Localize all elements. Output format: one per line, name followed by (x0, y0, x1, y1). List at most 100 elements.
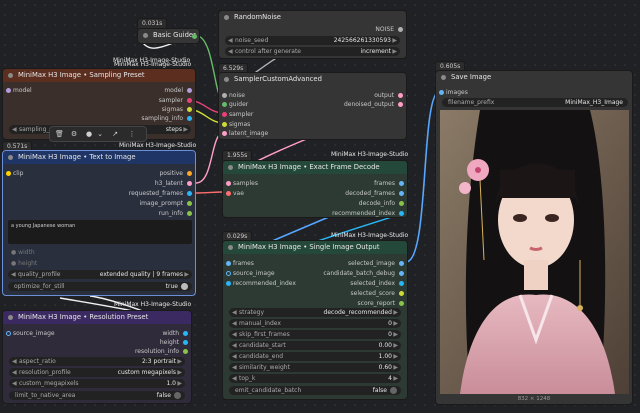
node-header[interactable]: MiniMax H3 Image • Single Image Output (223, 241, 407, 254)
collapse-dot[interactable] (8, 315, 13, 320)
candidate-start-widget[interactable]: ◀ candidate_start 0.00 ▶ (229, 341, 401, 350)
strategy-widget[interactable]: ◀ strategy decode_recommended ▶ (229, 308, 401, 317)
collapse-dot[interactable] (441, 75, 446, 80)
decrement-arrow-icon[interactable]: ◀ (232, 330, 237, 339)
filename-prefix-field[interactable]: filename_prefix MiniMax_H3_Image (442, 98, 628, 107)
increment-arrow-icon[interactable]: ▶ (393, 308, 398, 317)
score-report-output-socket[interactable] (399, 301, 404, 306)
collapse-dot[interactable] (8, 73, 13, 78)
node-header[interactable]: MiniMax H3 Image • Text to Image (3, 151, 195, 164)
collapse-dot[interactable] (143, 33, 148, 38)
collapse-dot[interactable] (8, 155, 13, 160)
model-input-socket[interactable] (6, 88, 11, 93)
emit-candidate-batch-toggle[interactable]: emit_candidate_batch false (229, 386, 401, 395)
decrement-arrow-icon[interactable]: ◀ (228, 36, 233, 45)
samples-input-socket[interactable] (226, 181, 231, 186)
resolution-preset-node[interactable]: MiniMax H3 Image • Resolution Preset sou… (2, 310, 192, 404)
height-input-row[interactable]: ● height (11, 259, 37, 268)
increment-arrow-icon[interactable]: ▶ (177, 357, 182, 366)
recommended-index-output-socket[interactable] (399, 211, 404, 216)
decrement-arrow-icon[interactable]: ◀ (11, 270, 16, 279)
candidate-end-widget[interactable]: ◀ candidate_end 1.00 ▶ (229, 352, 401, 361)
increment-arrow-icon[interactable]: ▶ (393, 352, 398, 361)
increment-arrow-icon[interactable]: ▶ (392, 36, 397, 45)
decrement-arrow-icon[interactable]: ◀ (12, 125, 17, 134)
toggle-knob[interactable] (181, 283, 188, 290)
skip-first-frames-widget[interactable]: ◀ skip_first_frames 0 ▶ (229, 330, 401, 339)
node-header[interactable]: RandomNoise (219, 11, 406, 24)
settings-icon[interactable]: ⚙ (70, 130, 78, 138)
model-output-socket[interactable] (187, 88, 192, 93)
noise-input-socket[interactable] (222, 93, 227, 98)
increment-arrow-icon[interactable]: ▶ (393, 319, 398, 328)
decrement-arrow-icon[interactable]: ◀ (232, 374, 237, 383)
output-image-preview[interactable] (440, 110, 629, 394)
selected-image-output-socket[interactable] (399, 261, 404, 266)
decrement-arrow-icon[interactable]: ◀ (232, 363, 237, 372)
width-output-socket[interactable] (183, 331, 188, 336)
output-socket[interactable] (398, 93, 403, 98)
selected-index-output-socket[interactable] (399, 281, 404, 286)
exact-frame-decode-node[interactable]: MiniMax H3 Image • Exact Frame Decode sa… (222, 160, 408, 218)
noise-seed-widget[interactable]: ◀ noise_seed 242566261330593 ▶ (225, 36, 400, 45)
clip-input-socket[interactable] (6, 171, 11, 176)
positive-output-socket[interactable] (187, 171, 192, 176)
node-header[interactable]: SamplerCustomAdvanced (219, 73, 406, 86)
sampling-info-output-socket[interactable] (187, 116, 192, 121)
decode-info-output-socket[interactable] (399, 201, 404, 206)
sampler-input-socket[interactable] (222, 112, 227, 117)
decrement-arrow-icon[interactable]: ◀ (232, 319, 237, 328)
trash-icon[interactable]: 🗑 (55, 130, 64, 138)
source-image-input-socket[interactable] (226, 271, 231, 276)
basic-guider-node[interactable]: Basic Guider (137, 28, 200, 44)
bypass-icon[interactable]: ↗ (111, 130, 119, 138)
requested-frames-output-socket[interactable] (187, 191, 192, 196)
increment-arrow-icon[interactable]: ▶ (177, 379, 182, 388)
chevron-down-icon[interactable]: ⌄ (96, 130, 104, 138)
limit-to-native-area-toggle[interactable]: limit_to_native_area false (9, 391, 185, 400)
collapse-dot[interactable] (228, 245, 233, 250)
images-input-socket[interactable] (439, 90, 444, 95)
increment-arrow-icon[interactable]: ▶ (393, 330, 398, 339)
text-to-image-node[interactable]: MiniMax H3 Image • Text to Image clip po… (2, 150, 196, 296)
more-icon[interactable]: ⋮ (128, 130, 136, 138)
denoised-output-socket[interactable] (398, 102, 403, 107)
frames-output-socket[interactable] (399, 181, 404, 186)
noise-output-socket[interactable] (398, 27, 403, 32)
quality-profile-widget[interactable]: ◀ quality_profile extended quality | 9 f… (8, 270, 192, 279)
decrement-arrow-icon[interactable]: ◀ (12, 357, 17, 366)
guider-input-socket[interactable] (222, 102, 227, 107)
single-image-output-node[interactable]: MiniMax H3 Image • Single Image Output f… (222, 240, 408, 400)
decrement-arrow-icon[interactable]: ◀ (12, 379, 17, 388)
selected-score-output-socket[interactable] (399, 291, 404, 296)
prompt-textarea[interactable]: a young Japanese woman (8, 220, 192, 244)
vae-input-socket[interactable] (226, 191, 231, 196)
collapse-dot[interactable] (224, 15, 229, 20)
random-noise-node[interactable]: RandomNoise NOISE ◀ noise_seed 242566261… (218, 10, 407, 59)
node-selection-toolbar[interactable]: 🗑 ⚙ ● ⌄ ↗ ⋮ (49, 126, 147, 142)
increment-arrow-icon[interactable]: ▶ (393, 374, 398, 383)
image-prompt-output-socket[interactable] (187, 201, 192, 206)
increment-arrow-icon[interactable]: ▶ (184, 270, 189, 279)
node-header[interactable]: MiniMax H3 Image • Exact Frame Decode (223, 161, 407, 174)
increment-arrow-icon[interactable]: ▶ (177, 368, 182, 377)
source-image-input-socket[interactable] (6, 331, 11, 336)
increment-arrow-icon[interactable]: ▶ (393, 341, 398, 350)
increment-arrow-icon[interactable]: ▶ (392, 47, 397, 56)
decrement-arrow-icon[interactable]: ◀ (232, 341, 237, 350)
latent-image-input-socket[interactable] (222, 131, 227, 136)
sampler-custom-advanced-node[interactable]: SamplerCustomAdvanced noise guider sampl… (218, 72, 407, 140)
width-input-row[interactable]: ● width (11, 248, 35, 257)
top-k-widget[interactable]: ◀ top_k 4 ▶ (229, 374, 401, 383)
save-image-node[interactable]: Save Image images filename_prefix MiniMa… (435, 70, 633, 405)
toggle-knob[interactable] (174, 392, 181, 399)
h3-latent-output-socket[interactable] (187, 181, 192, 186)
color-dot-icon[interactable]: ● (85, 130, 93, 138)
run-info-output-socket[interactable] (187, 211, 192, 216)
frames-input-socket[interactable] (226, 261, 231, 266)
collapse-dot[interactable] (224, 77, 229, 82)
increment-arrow-icon[interactable]: ▶ (183, 125, 188, 134)
recommended-index-input-socket[interactable] (226, 281, 231, 286)
node-header[interactable]: MiniMax H3 Image • Resolution Preset (3, 311, 191, 324)
custom-megapixels-widget[interactable]: ◀ custom_megapixels 1.0 ▶ (9, 379, 185, 388)
